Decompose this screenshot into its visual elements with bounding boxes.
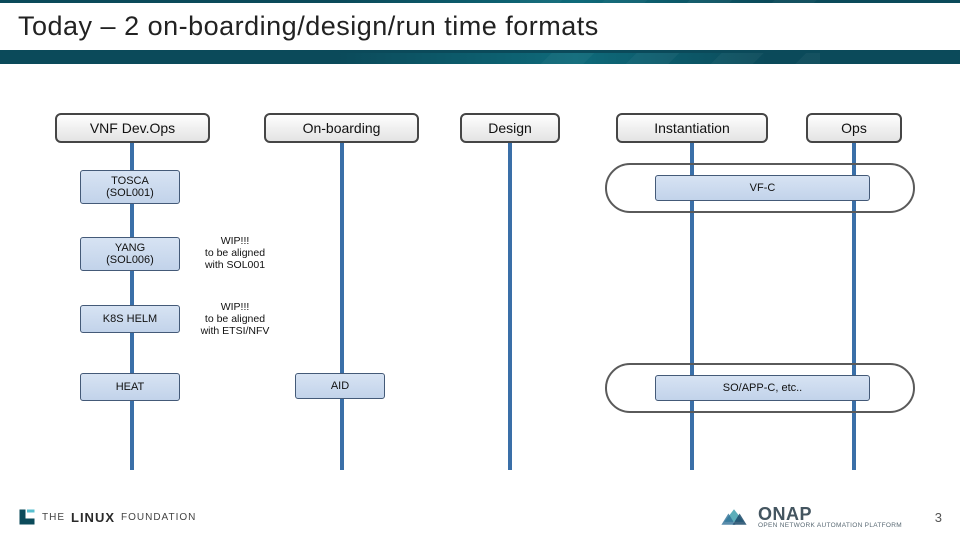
phase-onboarding: On-boarding	[264, 113, 419, 143]
row-heat: HEAT	[80, 373, 180, 401]
row-aid-label: AID	[331, 380, 349, 392]
title-bar: Today – 2 on-boarding/design/run time fo…	[0, 3, 960, 53]
lane-line-design	[508, 125, 512, 470]
linux-foundation-icon	[18, 508, 36, 526]
note-k8s: WIP!!! to be aligned with ETSI/NFV	[190, 299, 280, 339]
row-label-line: YANG	[115, 242, 145, 254]
page-number: 3	[928, 510, 942, 525]
row-right-label: VF-C	[750, 182, 776, 194]
note-yang: WIP!!! to be aligned with SOL001	[190, 233, 280, 273]
lf-prefix: THE	[42, 512, 65, 523]
diagram-stage: VNF Dev.Ops On-boarding Design Instantia…	[0, 105, 960, 485]
row-yang: YANG (SOL006)	[80, 237, 180, 271]
phase-label: Design	[488, 120, 532, 136]
row-label: HEAT	[116, 381, 145, 393]
row-label-line: (SOL001)	[106, 187, 154, 199]
row-right-label: SO/APP-C, etc..	[723, 382, 802, 394]
note-line: to be aligned	[205, 313, 265, 325]
row-tosca: TOSCA (SOL001)	[80, 170, 180, 204]
phase-design: Design	[460, 113, 560, 143]
row-label: K8S HELM	[103, 313, 157, 325]
onap-text: ONAP OPEN NETWORK AUTOMATION PLATFORM	[758, 505, 902, 530]
slide-title: Today – 2 on-boarding/design/run time fo…	[18, 11, 599, 42]
phase-label: Instantiation	[654, 120, 730, 136]
note-line: with ETSI/NFV	[201, 325, 270, 337]
phase-label: Ops	[841, 120, 867, 136]
onap-icon	[720, 506, 748, 528]
row-k8s: K8S HELM	[80, 305, 180, 333]
phase-label: On-boarding	[303, 120, 381, 136]
row-heat-right: SO/APP-C, etc..	[655, 375, 870, 401]
row-tosca-right: VF-C	[655, 175, 870, 201]
phase-label: VNF Dev.Ops	[90, 120, 175, 136]
lf-main: LINUX	[71, 510, 115, 525]
onap-title: ONAP	[758, 505, 902, 523]
linux-foundation-logo: THE LINUX FOUNDATION	[18, 508, 196, 526]
phase-instantiation: Instantiation	[616, 113, 768, 143]
row-label-line: TOSCA	[111, 175, 149, 187]
note-line: to be aligned	[205, 247, 265, 259]
phase-vnf-devops: VNF Dev.Ops	[55, 113, 210, 143]
onap-logo-group: ONAP OPEN NETWORK AUTOMATION PLATFORM 3	[720, 505, 942, 530]
note-line: with SOL001	[205, 259, 265, 271]
row-label-line: (SOL006)	[106, 254, 154, 266]
phase-ops: Ops	[806, 113, 902, 143]
row-heat-aid: AID	[295, 373, 385, 399]
footer: THE LINUX FOUNDATION ONAP OPEN NETWORK A…	[0, 500, 960, 540]
onap-subtitle: OPEN NETWORK AUTOMATION PLATFORM	[758, 523, 902, 530]
note-line: WIP!!!	[221, 301, 250, 313]
lf-suffix: FOUNDATION	[121, 512, 196, 523]
lane-line-onboarding	[340, 125, 344, 470]
note-line: WIP!!!	[221, 235, 250, 247]
